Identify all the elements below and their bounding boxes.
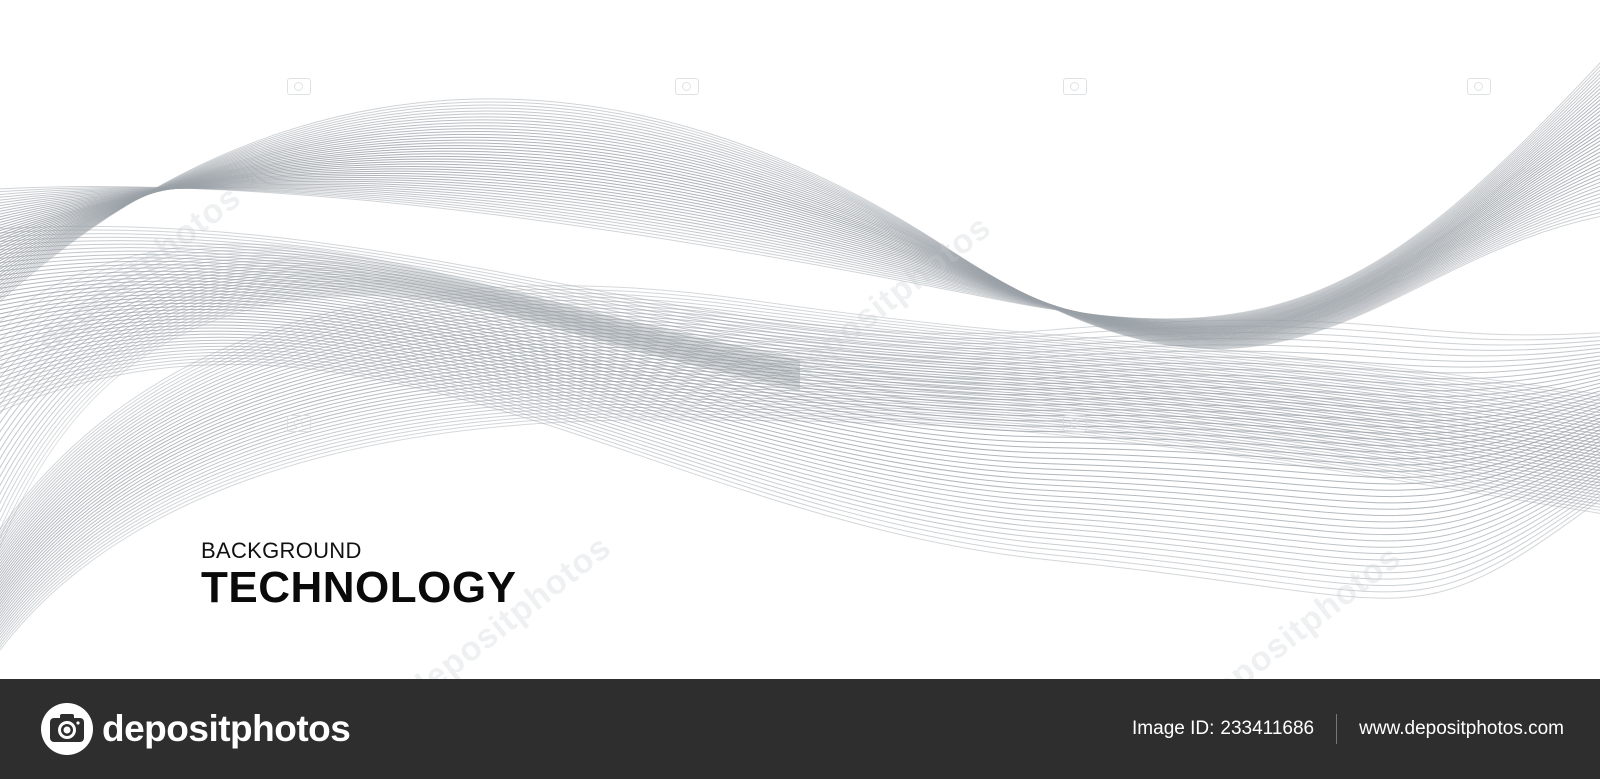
artwork-area: depositphotos depositphotos depositphoto… [0,0,1600,679]
wave-line [0,284,801,487]
watermark-camera-icon [1063,415,1087,432]
headline-subtitle: BACKGROUND [201,538,362,563]
headline-title: TECHNOLOGY [201,563,517,612]
footer-divider [1336,714,1338,744]
image-id-label: Image ID: [1132,718,1215,739]
footer-info: Image ID: 233411686 www.depositphotos.co… [1132,679,1564,779]
watermark-camera-icon [287,78,311,95]
footer-bar: depositphotos Image ID: 233411686 www.de… [0,679,1600,779]
stock-image: depositphotos depositphotos depositphoto… [0,0,1600,779]
logo-text: depositphotos [102,708,351,749]
watermark-camera-icon [1467,78,1491,95]
headline: BACKGROUND TECHNOLOGY [201,538,516,612]
watermark-camera-icon [675,78,699,95]
depositphotos-logo[interactable]: depositphotos [40,701,351,757]
watermark-camera-icon [287,415,311,432]
watermark-camera-icon [1063,78,1087,95]
image-id-value: 233411686 [1220,718,1315,739]
site-url-link[interactable]: www.depositphotos.com [1359,718,1564,740]
camera-icon [41,703,93,755]
